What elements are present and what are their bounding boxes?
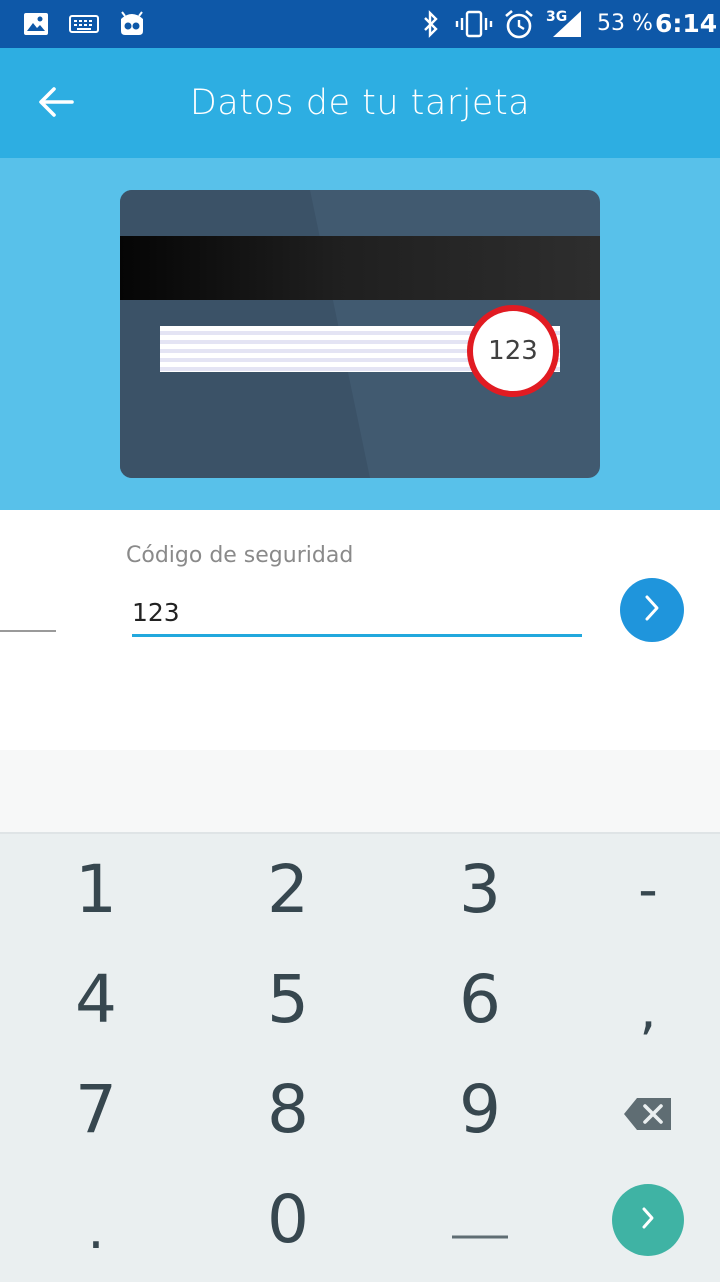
- key-space[interactable]: _: [390, 1164, 570, 1274]
- key-3[interactable]: 3: [390, 834, 570, 944]
- security-code-label: Código de seguridad: [126, 543, 354, 568]
- arrow-left-icon: [38, 86, 74, 123]
- vibrate-icon: [454, 0, 494, 48]
- key-8[interactable]: 8: [198, 1054, 378, 1164]
- key-backspace[interactable]: ⌫: [558, 1054, 720, 1164]
- key-4[interactable]: 4: [6, 944, 186, 1054]
- key-6[interactable]: 6: [390, 944, 570, 1054]
- bluetooth-icon: [418, 0, 444, 48]
- key-9[interactable]: 9: [390, 1054, 570, 1164]
- cyanogen-icon: [116, 0, 148, 48]
- status-bar: 3G 53 % 6:14: [0, 0, 720, 48]
- magnetic-stripe: [120, 236, 600, 300]
- cvv-highlight: 123: [467, 305, 559, 397]
- key-1[interactable]: 1: [6, 834, 186, 944]
- app-bar: Datos de tu tarjeta: [0, 48, 720, 158]
- keyboard-suggestion-strip: [0, 750, 720, 832]
- keyboard-next-button[interactable]: ›: [612, 1184, 684, 1256]
- key-comma[interactable]: ,: [558, 954, 720, 1064]
- chevron-right-icon: [638, 1204, 658, 1237]
- key-5[interactable]: 5: [198, 944, 378, 1054]
- numeric-keyboard: 1 2 3 - 4 5 6 , 7 8 9 ⌫ . 0 _ ›: [0, 832, 720, 1282]
- key-period[interactable]: .: [6, 1174, 186, 1284]
- cvv-example: 123: [488, 336, 538, 366]
- gallery-icon: [22, 0, 50, 48]
- chevron-right-icon: [641, 593, 663, 628]
- security-code-input[interactable]: [132, 590, 582, 637]
- backspace-icon: [623, 1071, 673, 1148]
- key-2[interactable]: 2: [198, 834, 378, 944]
- signal-3g-icon: [550, 0, 584, 48]
- key-7[interactable]: 7: [6, 1054, 186, 1164]
- card-illustration-area: 123: [0, 158, 720, 510]
- card-back-illustration: 123: [120, 190, 600, 478]
- key-minus[interactable]: -: [558, 834, 720, 944]
- page-title: Datos de tu tarjeta: [189, 83, 531, 123]
- next-button[interactable]: [620, 578, 684, 642]
- keyboard-icon: [68, 0, 100, 48]
- security-code-form: Código de seguridad: [0, 510, 720, 750]
- back-button[interactable]: [30, 78, 82, 130]
- clock: 6:14: [655, 9, 718, 38]
- space-icon: [450, 1181, 510, 1258]
- key-0[interactable]: 0: [198, 1164, 378, 1274]
- previous-field-underline: [0, 630, 56, 632]
- battery-level: 53 %: [597, 11, 653, 36]
- alarm-icon: [502, 0, 536, 48]
